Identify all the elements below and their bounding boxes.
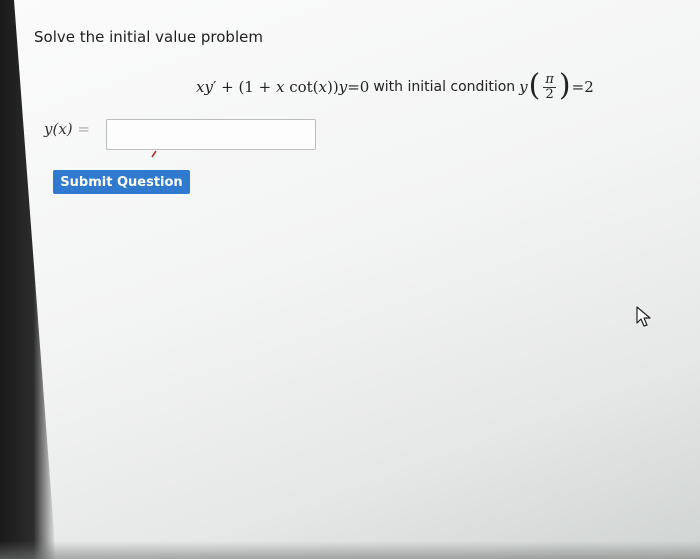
screen-shadow: [0, 541, 700, 559]
initial-condition-fraction: π 2: [543, 73, 556, 101]
instruction-text: Solve the initial value problem: [34, 28, 263, 46]
answer-label: y(x) =: [44, 120, 90, 138]
answer-input[interactable]: [106, 119, 316, 150]
fraction-numerator: π: [543, 71, 556, 88]
fraction-denominator: 2: [545, 86, 554, 102]
screen: Solve the initial value problem xy′ + (1…: [0, 0, 700, 559]
initial-condition-value: 2: [584, 78, 594, 96]
initial-condition-text: with initial condition: [373, 79, 516, 95]
initial-condition-function: y: [519, 78, 528, 96]
equation-lhs: xy′ + (1 + x cot(x))y: [196, 78, 348, 96]
equation-rhs: 0: [359, 78, 370, 96]
initial-condition-equals: =: [571, 78, 585, 96]
equation-equals: =: [347, 78, 360, 96]
question-page: Solve the initial value problem xy′ + (1…: [24, 0, 700, 559]
left-paren: (: [528, 68, 541, 103]
submit-question-button[interactable]: Submit Question: [53, 170, 190, 194]
text-cursor-icon: [151, 150, 157, 158]
arrow-pointer-icon: [636, 306, 651, 327]
right-paren: ): [558, 68, 571, 103]
differential-equation: xy′ + (1 + x cot(x))y = 0 with initial c…: [196, 68, 594, 103]
